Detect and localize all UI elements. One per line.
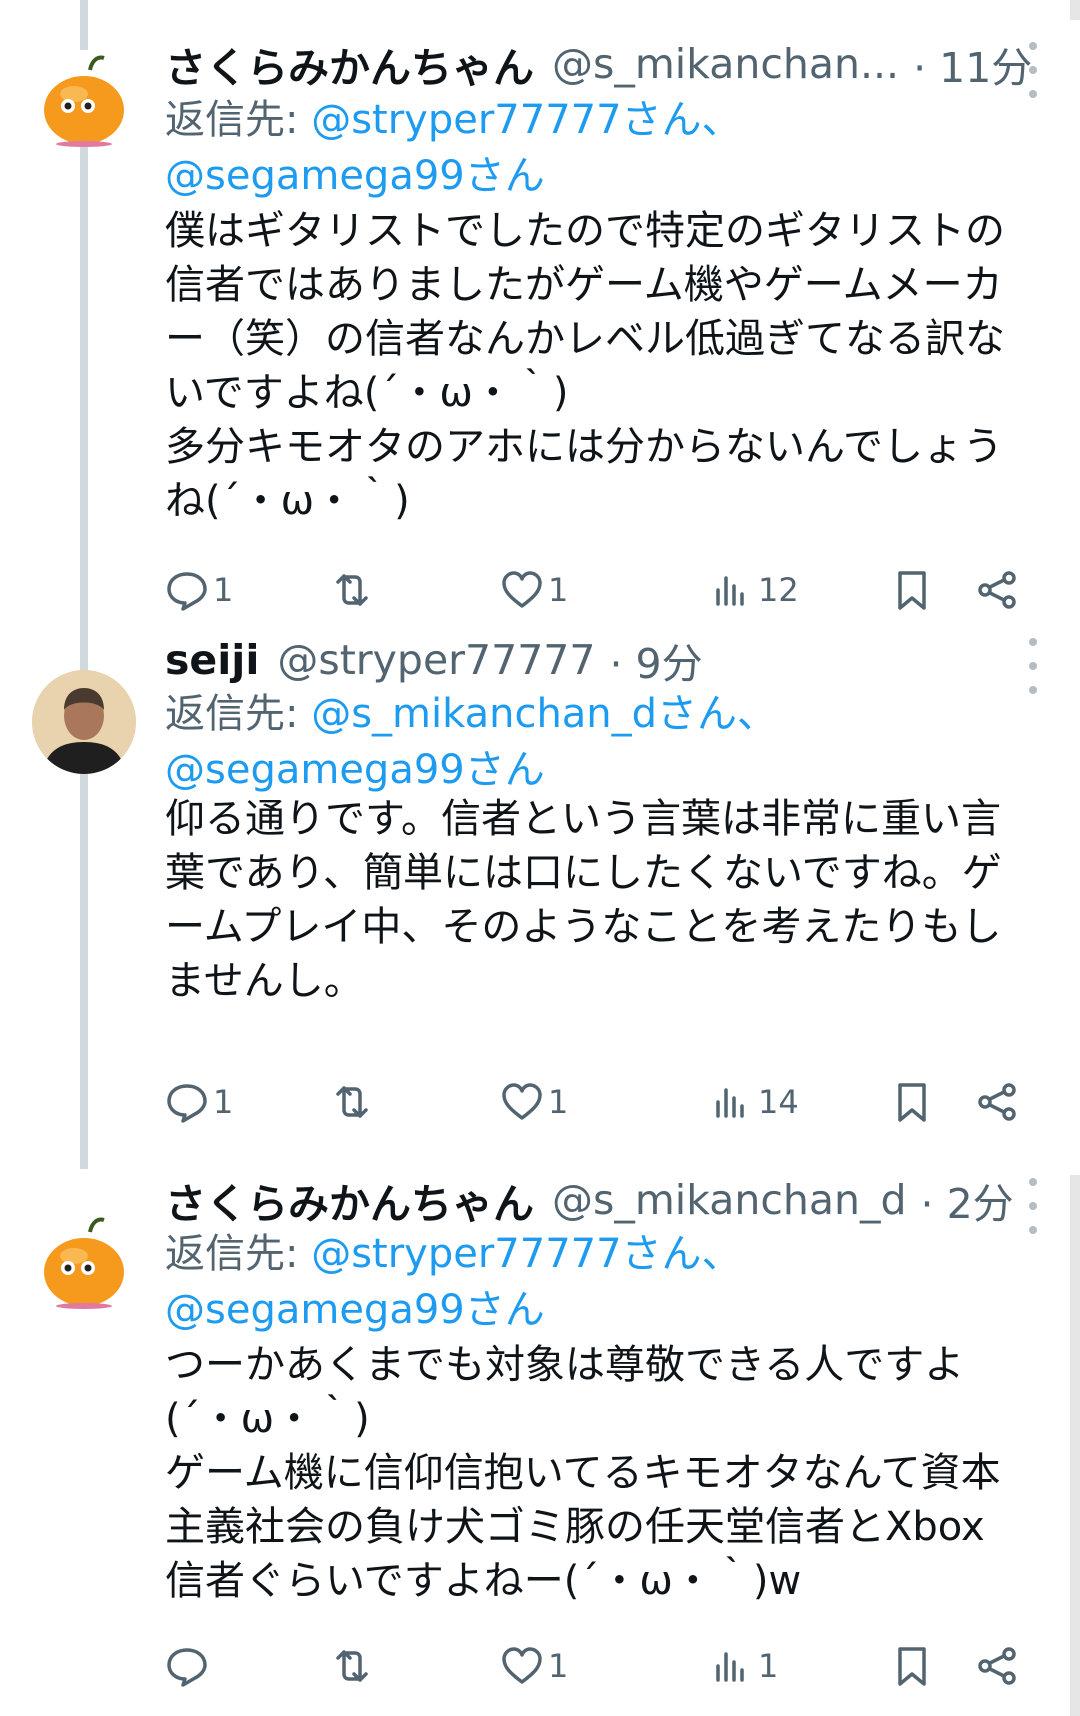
share-button[interactable] (975, 1636, 1019, 1696)
reply-to-line: 返信先: @stryper77777さん、@segamega99さん (165, 1226, 1030, 1338)
retweet-button[interactable] (330, 1636, 378, 1696)
bookmark-icon (898, 571, 926, 610)
share-icon (978, 1083, 1016, 1121)
retweet-icon (336, 1086, 368, 1118)
reply-button[interactable] (165, 1636, 213, 1696)
views-button[interactable]: 12 (710, 560, 799, 620)
user-handle[interactable]: @s_mikanchan... (552, 40, 899, 88)
retweet-icon (336, 574, 368, 606)
heart-icon (502, 571, 542, 608)
orange-character-avatar-icon (44, 55, 124, 147)
display-name[interactable]: seiji (165, 636, 259, 684)
reply-to-line: 返信先: @s_mikanchan_dさん、@segamega99さん (165, 686, 1030, 798)
avatar[interactable] (32, 670, 136, 774)
view-count: 1 (758, 1647, 779, 1685)
like-count: 1 (548, 571, 569, 609)
tweet-actions: 1 1 12 (165, 560, 1040, 620)
analytics-icon (716, 576, 744, 606)
tweet-header: さくらみかんちゃん @s_mikanchan_d · 2分 (165, 1168, 1040, 1232)
share-icon (978, 1647, 1016, 1685)
reply-count: 1 (213, 571, 234, 609)
person-photo-avatar-icon (32, 670, 136, 774)
timestamp[interactable]: · 11分 (913, 34, 1032, 94)
more-options-icon[interactable] (1026, 42, 1040, 98)
share-button[interactable] (975, 560, 1019, 620)
timestamp[interactable]: · 9分 (609, 630, 702, 690)
reply-count: 1 (213, 1083, 234, 1121)
views-button[interactable]: 1 (710, 1636, 778, 1696)
tweet-text: 仰る通りです。信者という言葉は非常に重い言 葉であり、簡単には口にしたくないです… (165, 796, 1002, 1004)
view-count: 14 (758, 1083, 799, 1121)
reply-button[interactable]: 1 (165, 1072, 233, 1132)
heart-icon (502, 1083, 542, 1120)
timestamp[interactable]: · 2分 (921, 1170, 1014, 1230)
retweet-button[interactable] (330, 1072, 378, 1132)
reply-button[interactable]: 1 (165, 560, 233, 620)
tweet-text: つーかあくまでも対象は尊敬できる人ですよ (´・ω・｀) ゲーム機に信仰信抱いて… (165, 1342, 1001, 1604)
reply-to-label: 返信先: (165, 691, 312, 737)
tweet[interactable]: seiji @stryper77777 · 9分 返信先: @s_mikanch… (0, 636, 1080, 1170)
reply-to-label: 返信先: (165, 97, 312, 143)
views-button[interactable]: 14 (710, 1072, 799, 1132)
like-count: 1 (548, 1647, 569, 1685)
bookmark-icon (898, 1083, 926, 1122)
share-button[interactable] (975, 1072, 1019, 1132)
bookmark-button[interactable] (890, 1072, 934, 1132)
retweet-button[interactable] (330, 560, 378, 620)
user-handle[interactable]: @stryper77777 (277, 636, 595, 684)
like-count: 1 (548, 1083, 569, 1121)
like-button[interactable]: 1 (500, 1072, 568, 1132)
like-button[interactable]: 1 (500, 560, 568, 620)
retweet-icon (336, 1650, 368, 1682)
tweet[interactable]: さくらみかんちゃん @s_mikanchan... · 11分 返信先: @st… (0, 0, 1080, 640)
analytics-icon (716, 1088, 744, 1118)
bookmark-button[interactable] (890, 560, 934, 620)
bookmark-button[interactable] (890, 1636, 934, 1696)
share-icon (978, 571, 1016, 609)
tweet-header: さくらみかんちゃん @s_mikanchan... · 11分 (165, 32, 1040, 96)
analytics-icon (716, 1652, 744, 1682)
user-handle[interactable]: @s_mikanchan_d (552, 1176, 907, 1224)
like-button[interactable]: 1 (500, 1636, 568, 1696)
avatar[interactable] (32, 48, 136, 152)
reply-icon (167, 1648, 207, 1687)
display-name[interactable]: さくらみかんちゃん (165, 1170, 534, 1230)
display-name[interactable]: さくらみかんちゃん (165, 34, 534, 94)
view-count: 12 (758, 571, 799, 609)
tweet[interactable]: さくらみかんちゃん @s_mikanchan_d · 2分 返信先: @stry… (0, 1170, 1080, 1716)
tweet-text: 僕はギタリストでしたので特定のギタリストの 信者ではありましたがゲーム機やゲーム… (165, 208, 1005, 524)
tweet-actions: 1 1 (165, 1636, 1040, 1696)
bookmark-icon (898, 1647, 926, 1686)
tweet-actions: 1 1 14 (165, 1072, 1040, 1132)
orange-character-avatar-icon (44, 1217, 124, 1309)
reply-icon (167, 572, 207, 611)
tweet-header: seiji @stryper77777 · 9分 (165, 628, 1040, 692)
reply-to-line: 返信先: @stryper77777さん、@segamega99さん (165, 92, 1030, 204)
heart-icon (502, 1647, 542, 1684)
reply-icon (167, 1084, 207, 1123)
reply-to-label: 返信先: (165, 1231, 312, 1277)
avatar[interactable] (32, 1210, 136, 1314)
